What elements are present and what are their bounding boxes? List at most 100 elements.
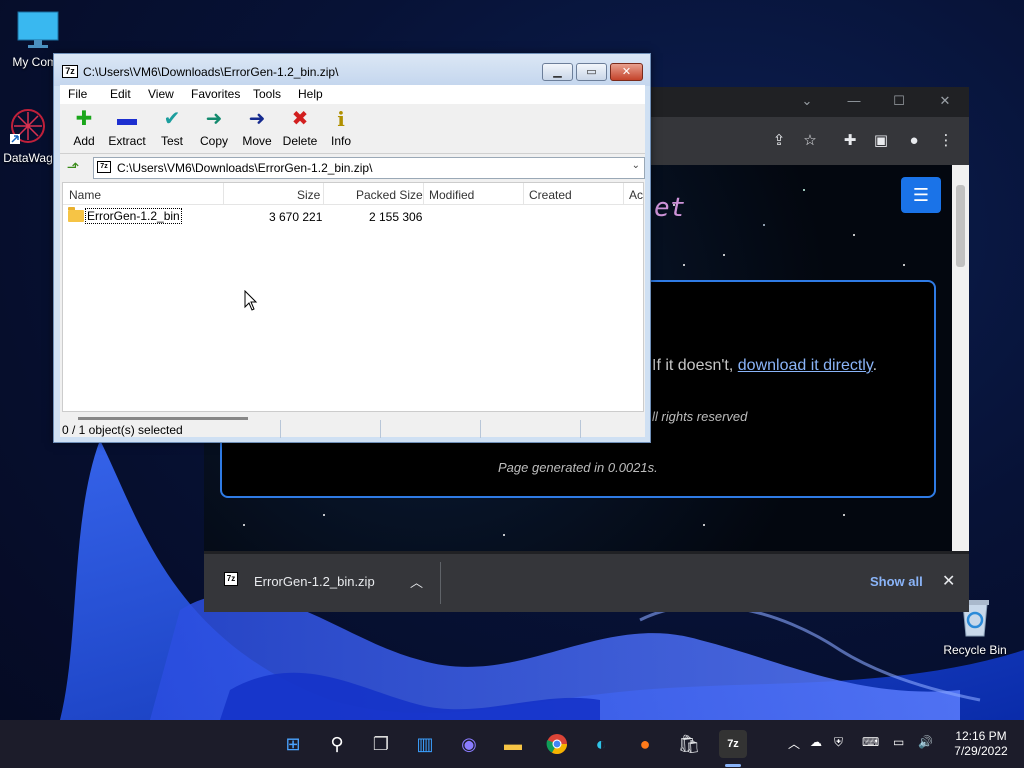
- chevron-up-icon[interactable]: ︿: [410, 572, 423, 591]
- extract-button[interactable]: ▬ Extract: [104, 108, 150, 148]
- up-folder-icon[interactable]: ⬏: [64, 159, 82, 177]
- maximize-button[interactable]: ▭: [576, 63, 607, 81]
- test-button[interactable]: ✔ Test: [152, 108, 192, 148]
- computer-icon: [17, 11, 59, 48]
- col-created[interactable]: Created: [529, 188, 572, 202]
- zip-file-icon: 7z: [224, 572, 238, 586]
- site-title: et: [654, 193, 686, 223]
- start-windows-icon[interactable]: ⊞: [279, 730, 307, 758]
- toolbar-label: Info: [330, 134, 351, 148]
- delete-button[interactable]: ✖ Delete: [279, 108, 321, 148]
- download-shelf-divider: [440, 562, 441, 604]
- bookmark-star-icon[interactable]: ☆: [799, 130, 821, 152]
- file-explorer-icon[interactable]: ▬: [499, 730, 527, 758]
- keyboard-icon[interactable]: ⌨: [862, 735, 879, 749]
- profile-icon[interactable]: ●: [903, 130, 925, 152]
- datawag-icon: [10, 109, 45, 144]
- move-icon: ➜: [248, 108, 266, 130]
- toolbar-label: Extract: [108, 134, 146, 148]
- copy-button[interactable]: ➜ Copy: [194, 108, 234, 148]
- move-button[interactable]: ➜ Move: [236, 108, 278, 148]
- search-icon[interactable]: ⚲: [323, 730, 351, 758]
- delete-icon: ✖: [291, 108, 309, 130]
- more-menu-icon[interactable]: ⋮: [935, 130, 957, 152]
- row-packed-size: 2 155 306: [369, 210, 423, 224]
- hamburger-menu-button[interactable]: ☰: [901, 177, 941, 213]
- column-header: Name Size Packed Size Modified Created A…: [63, 183, 643, 205]
- share-icon[interactable]: ⇪: [768, 130, 790, 152]
- chrome-icon[interactable]: [543, 730, 571, 758]
- firefox-icon[interactable]: ●: [631, 730, 659, 758]
- col-modified[interactable]: Modified: [429, 188, 474, 202]
- toolbar-label: Copy: [199, 134, 228, 148]
- path-text: C:\Users\VM6\Downloads\ErrorGen-1.2_bin.…: [117, 161, 373, 175]
- menu-file[interactable]: File: [68, 87, 87, 101]
- 7zip-toolbar: ✚ Add ▬ Extract ✔ Test ➜ Copy ➜ Move ✖ D…: [60, 104, 645, 154]
- close-download-shelf-icon[interactable]: ✕: [942, 571, 955, 591]
- extract-icon: ▬: [117, 108, 137, 130]
- maximize-icon[interactable]: ☐: [889, 93, 909, 111]
- widgets-icon[interactable]: ▥: [411, 730, 439, 758]
- table-row[interactable]: ErrorGen-1.2_bin 3 670 221 2 155 306: [63, 207, 643, 225]
- menu-view[interactable]: View: [148, 87, 174, 101]
- window-title: C:\Users\VM6\Downloads\ErrorGen-1.2_bin.…: [83, 65, 339, 79]
- onedrive-icon[interactable]: ☁: [810, 735, 822, 749]
- desktop-icon-label: Recycle Bin: [943, 643, 1007, 657]
- file-list[interactable]: Name Size Packed Size Modified Created A…: [62, 182, 644, 412]
- scrollbar-thumb[interactable]: [956, 185, 965, 267]
- download-directly-link[interactable]: download it directly: [738, 357, 873, 374]
- active-app-indicator: [725, 764, 741, 767]
- task-view-icon[interactable]: ❐: [367, 730, 395, 758]
- archive-icon: 7z: [97, 161, 111, 173]
- chat-icon[interactable]: ◉: [455, 730, 483, 758]
- edge-icon[interactable]: ◐: [587, 730, 615, 758]
- close-icon[interactable]: ✕: [935, 93, 955, 111]
- menu-bar: File Edit View Favorites Tools Help: [60, 85, 645, 104]
- mouse-cursor-icon: [244, 290, 258, 311]
- 7zip-client-area: File Edit View Favorites Tools Help ✚ Ad…: [60, 85, 645, 437]
- address-bar: ⬏ 7z C:\Users\VM6\Downloads\ErrorGen-1.2…: [60, 154, 645, 182]
- col-name[interactable]: Name: [69, 188, 101, 202]
- info-button[interactable]: i Info: [323, 108, 359, 148]
- close-button[interactable]: ✕: [610, 63, 643, 81]
- tab-search-icon[interactable]: ⌄: [797, 93, 817, 111]
- volume-icon[interactable]: 🔊: [918, 735, 933, 749]
- add-button[interactable]: ✚ Add: [66, 108, 102, 148]
- page-scrollbar[interactable]: [952, 165, 969, 551]
- row-size: 3 670 221: [269, 210, 323, 224]
- paragraph-suffix: .: [872, 357, 878, 374]
- network-icon[interactable]: ▭: [893, 735, 904, 749]
- show-all-button[interactable]: Show all: [870, 574, 923, 589]
- menu-edit[interactable]: Edit: [110, 87, 131, 101]
- taskbar: ⊞ ⚲ ❐ ▥ ◉ ▬ ◐ ● 🛍 7z ︿ ☁ ⛨ ⌨ ▭ 🔊 12:16 P…: [0, 720, 1024, 768]
- menu-help[interactable]: Help: [298, 87, 323, 101]
- row-name: ErrorGen-1.2_bin: [85, 208, 182, 224]
- add-icon: ✚: [75, 108, 93, 130]
- chevron-down-icon[interactable]: ⌄: [632, 160, 640, 171]
- download-paragraph: If it doesn't, download it directly.: [652, 357, 877, 375]
- col-attributes[interactable]: Ac: [629, 188, 643, 202]
- 7zip-taskbar-icon[interactable]: 7z: [719, 730, 747, 758]
- chevron-up-icon[interactable]: ︿: [788, 735, 800, 752]
- security-shield-icon[interactable]: ⛨: [834, 735, 843, 750]
- clock-time: 12:16 PM: [955, 729, 1007, 743]
- system-clock[interactable]: 12:16 PM 7/29/2022: [946, 729, 1016, 759]
- menu-tools[interactable]: Tools: [253, 87, 281, 101]
- minimize-icon[interactable]: —: [844, 93, 864, 111]
- path-combobox[interactable]: 7z C:\Users\VM6\Downloads\ErrorGen-1.2_b…: [93, 157, 645, 179]
- download-filename[interactable]: ErrorGen-1.2_bin.zip: [254, 574, 375, 589]
- extensions-icon[interactable]: ✚: [839, 130, 861, 152]
- col-size[interactable]: Size: [297, 188, 320, 202]
- store-icon[interactable]: 🛍: [675, 730, 703, 758]
- 7zip-window[interactable]: 7z C:\Users\VM6\Downloads\ErrorGen-1.2_b…: [53, 53, 651, 443]
- toolbar-label: Test: [160, 134, 183, 148]
- menu-favorites[interactable]: Favorites: [191, 87, 240, 101]
- minimize-button[interactable]: ▁: [542, 63, 573, 81]
- paragraph-text: If it doesn't,: [652, 357, 738, 374]
- col-packed-size[interactable]: Packed Size: [356, 188, 423, 202]
- 7zip-app-icon: 7z: [62, 65, 78, 78]
- 7zip-titlebar[interactable]: 7z C:\Users\VM6\Downloads\ErrorGen-1.2_b…: [54, 54, 650, 86]
- page-generated-text: Page generated in 0.0021s.: [498, 460, 658, 475]
- side-panel-icon[interactable]: ▣: [870, 130, 892, 152]
- info-icon: i: [337, 107, 345, 131]
